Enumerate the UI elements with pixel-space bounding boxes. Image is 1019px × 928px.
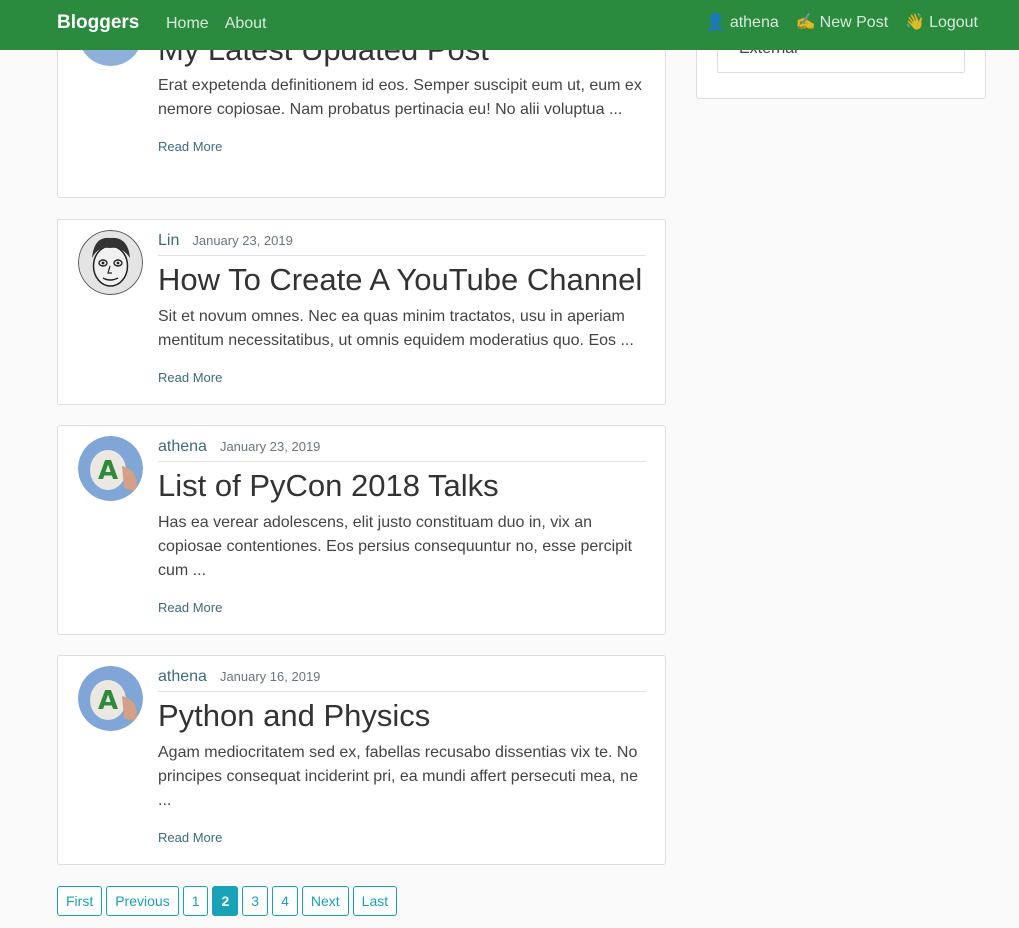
read-more-link[interactable]: Read More <box>158 600 222 615</box>
nav-left: Home About <box>166 13 267 35</box>
post-excerpt: Has ea verear adolescens, elit justo con… <box>158 514 633 579</box>
nav-new-post-label: New Post <box>819 14 889 31</box>
page-next-button[interactable]: Next <box>301 886 349 916</box>
post-date: January 23, 2019 <box>219 439 321 454</box>
post-title[interactable]: Python and Physics <box>158 698 646 734</box>
author-avatar[interactable]: A <box>78 436 143 501</box>
post-card: A athena January 16, 2019 Python and Phy… <box>57 655 666 865</box>
avatar-image: A <box>78 436 143 501</box>
read-more-link[interactable]: Read More <box>158 139 222 154</box>
nav-right: 👤 athena ✍️ New Post 👋 Logout <box>706 12 978 34</box>
nav-user-label: athena <box>729 14 779 31</box>
post-meta: athena January 23, 2019 <box>158 426 646 462</box>
post-date: January 16, 2019 <box>219 669 321 684</box>
waving-hand-icon: 👋 <box>905 14 926 31</box>
nav-logout-label: Logout <box>929 14 978 31</box>
page-previous-button[interactable]: Previous <box>106 886 179 916</box>
page-2-button-current[interactable]: 2 <box>212 886 239 916</box>
writing-hand-icon: ✍️ <box>795 14 816 31</box>
nav-about-link[interactable]: About <box>225 13 267 35</box>
post-excerpt: Agam mediocritatem sed ex, fabellas recu… <box>158 744 638 809</box>
author-avatar[interactable] <box>78 230 143 295</box>
post-author-link[interactable]: athena <box>158 438 207 456</box>
page-4-button[interactable]: 4 <box>272 886 298 916</box>
avatar-image: A <box>78 666 143 731</box>
post-excerpt: Erat expetenda definitionem id eos. Semp… <box>158 77 642 118</box>
nav-home-link[interactable]: Home <box>166 13 209 35</box>
page-first-button[interactable]: First <box>57 886 103 916</box>
read-more-link[interactable]: Read More <box>158 370 222 385</box>
post-excerpt: Sit et novum omnes. Nec ea quas minim tr… <box>158 308 634 349</box>
nav-new-post-link[interactable]: ✍️ New Post <box>796 12 888 34</box>
svg-text:A: A <box>98 456 118 486</box>
post-card: Lin January 23, 2019 How To Create A You… <box>57 219 666 405</box>
nav-logout-link[interactable]: 👋 Logout <box>905 12 978 34</box>
post-meta: Lin January 23, 2019 <box>158 220 646 256</box>
post-body: athena January 16, 2019 Python and Physi… <box>158 656 646 847</box>
post-card: A athena January 23, 2019 List of PyCon … <box>57 425 666 635</box>
avatar-image <box>78 230 143 295</box>
page-3-button[interactable]: 3 <box>242 886 269 916</box>
top-navbar: Bloggers Home About 👤 athena ✍️ New Post 👋… <box>0 0 1019 50</box>
read-more-link[interactable]: Read More <box>158 830 222 845</box>
user-icon: 👤 <box>705 14 726 31</box>
brand-logo[interactable]: Bloggers <box>57 11 139 35</box>
post-author-link[interactable]: Lin <box>158 232 179 250</box>
post-meta: athena January 16, 2019 <box>158 656 646 692</box>
post-body: athena January 23, 2019 List of PyCon 20… <box>158 426 646 617</box>
post-title[interactable]: How To Create A YouTube Channel <box>158 262 646 298</box>
post-body: Lin January 23, 2019 How To Create A You… <box>158 220 646 387</box>
svg-text:A: A <box>98 686 118 716</box>
post-title[interactable]: List of PyCon 2018 Talks <box>158 468 646 504</box>
page-last-button[interactable]: Last <box>352 886 398 916</box>
page-1-button[interactable]: 1 <box>182 886 209 916</box>
author-avatar[interactable]: A <box>78 666 143 731</box>
nav-user-link[interactable]: 👤 athena <box>706 12 779 34</box>
pagination: First Previous 1 2 3 4 Next Last <box>57 886 398 916</box>
post-author-link[interactable]: athena <box>158 668 207 686</box>
post-date: January 23, 2019 <box>192 233 293 248</box>
